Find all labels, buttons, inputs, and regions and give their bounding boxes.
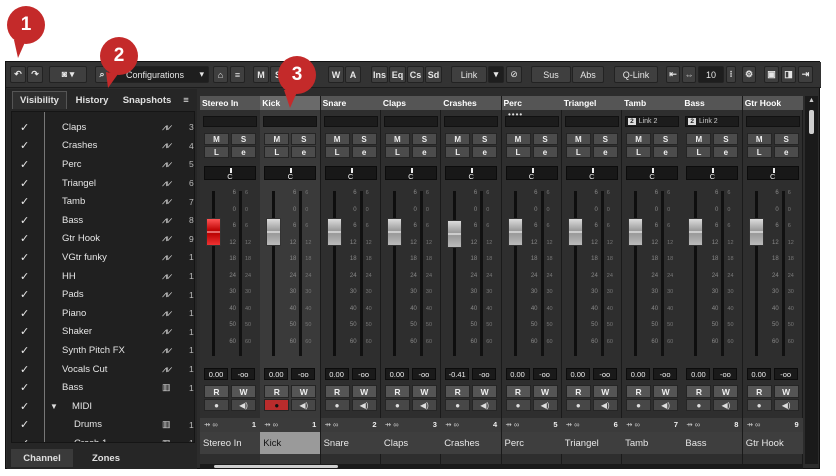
callout-arrow-3	[284, 90, 298, 108]
callout-arrow-2	[106, 72, 118, 88]
callout-arrow-1	[14, 40, 26, 58]
callout-arrows	[14, 40, 298, 108]
